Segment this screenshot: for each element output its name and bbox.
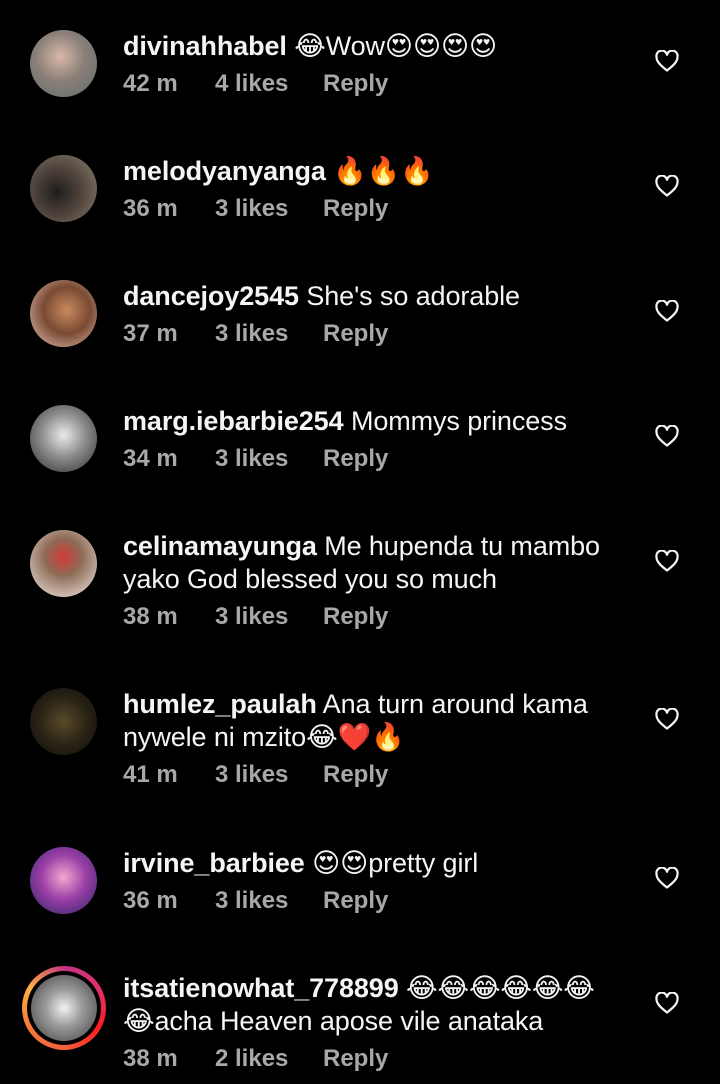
comment-time: 37 m (123, 320, 178, 347)
heart-outline-icon[interactable] (655, 550, 679, 572)
comments-list: divinahhabel 😂Wow😍😍😍😍 42 m 4 likes Reply… (0, 0, 720, 1084)
comment-text: irvine_barbiee 😍😍pretty girl (123, 847, 623, 880)
comment-username[interactable]: itsatienowhat_778899 (123, 973, 399, 1003)
heart-outline-icon[interactable] (655, 708, 679, 730)
heart-outline-icon[interactable] (655, 175, 679, 197)
heart-outline-icon[interactable] (655, 300, 679, 322)
comment-username[interactable]: celinamayunga (123, 531, 317, 561)
comment-likes[interactable]: 3 likes (215, 887, 323, 915)
reply-button[interactable]: Reply (323, 887, 388, 915)
heart-outline-icon[interactable] (655, 425, 679, 447)
comment-time: 42 m (123, 70, 178, 97)
comment-likes[interactable]: 3 likes (215, 195, 323, 223)
comment-time: 34 m (123, 445, 178, 472)
comment-username[interactable]: dancejoy2545 (123, 281, 299, 311)
comment-time: 36 m (123, 195, 178, 222)
comment-likes[interactable]: 4 likes (215, 70, 323, 98)
heart-outline-icon[interactable] (655, 992, 679, 1014)
comment-username[interactable]: marg.iebarbie254 (123, 406, 344, 436)
comment-likes[interactable]: 3 likes (215, 603, 323, 631)
heart-outline-icon[interactable] (655, 50, 679, 72)
comment-likes[interactable]: 3 likes (215, 445, 323, 473)
heart-outline-icon[interactable] (655, 867, 679, 889)
avatar[interactable] (30, 405, 97, 472)
comment-time: 41 m (123, 761, 178, 788)
comment-likes[interactable]: 3 likes (215, 761, 323, 789)
avatar[interactable] (30, 847, 97, 914)
comment-likes[interactable]: 2 likes (215, 1045, 323, 1073)
comment-content: She's so adorable (306, 281, 520, 311)
avatar[interactable] (30, 30, 97, 97)
avatar[interactable] (30, 280, 97, 347)
comment-content: Mommys princess (350, 406, 567, 436)
reply-button[interactable]: Reply (323, 320, 388, 348)
comment-text: marg.iebarbie254 Mommys princess (123, 405, 623, 438)
comment-username[interactable]: divinahhabel (123, 31, 287, 61)
comment-text: dancejoy2545 She's so adorable (123, 280, 623, 313)
comment-text: melodyanyanga 🔥🔥🔥 (123, 155, 623, 188)
comment-time: 38 m (123, 603, 178, 630)
reply-button[interactable]: Reply (323, 603, 388, 631)
avatar[interactable] (30, 155, 97, 222)
comment-username[interactable]: irvine_barbiee (123, 848, 305, 878)
reply-button[interactable]: Reply (323, 1045, 388, 1073)
avatar (31, 975, 97, 1041)
comment-content: 😂Wow😍😍😍😍 (294, 31, 498, 61)
avatar[interactable] (30, 688, 97, 755)
comment-content: 😍😍pretty girl (312, 848, 479, 878)
comment-text: humlez_paulah Ana turn around kama nywel… (123, 688, 623, 754)
comment-username[interactable]: humlez_paulah (123, 689, 317, 719)
comment-time: 38 m (123, 1045, 178, 1072)
reply-button[interactable]: Reply (323, 195, 388, 223)
reply-button[interactable]: Reply (323, 761, 388, 789)
comment-likes[interactable]: 3 likes (215, 320, 323, 348)
comment-username[interactable]: melodyanyanga (123, 156, 326, 186)
comment-text: itsatienowhat_778899 😂😂😂😂😂😂😂acha Heaven … (123, 972, 623, 1038)
reply-button[interactable]: Reply (323, 70, 388, 98)
comment-time: 36 m (123, 887, 178, 914)
comment-content: 🔥🔥🔥 (333, 156, 434, 186)
avatar-story-ring[interactable] (22, 966, 106, 1050)
comment-text: celinamayunga Me hupenda tu mambo yako G… (123, 530, 623, 596)
avatar[interactable] (30, 530, 97, 597)
comment-text: divinahhabel 😂Wow😍😍😍😍 (123, 30, 623, 63)
reply-button[interactable]: Reply (323, 445, 388, 473)
